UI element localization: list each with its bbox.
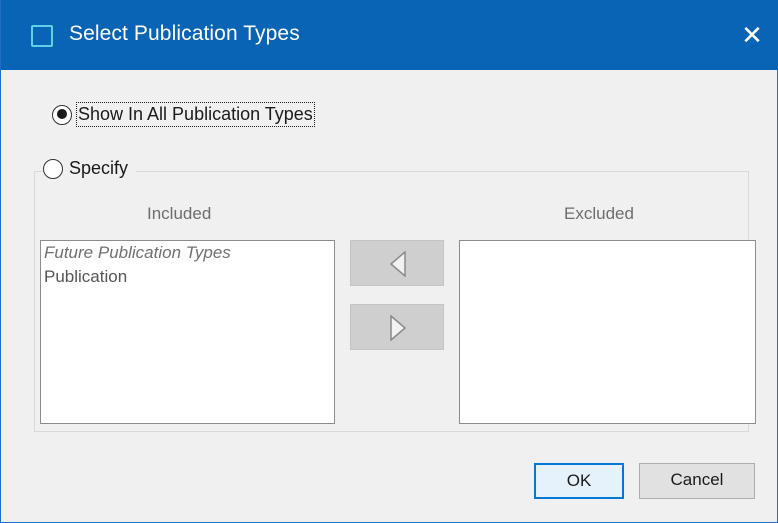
window-icon [31, 25, 53, 47]
triangle-right-icon [390, 315, 407, 341]
dialog-title: Select Publication Types [69, 22, 300, 45]
title-bar: Select Publication Types ✕ [1, 0, 778, 70]
ok-button[interactable]: OK [534, 463, 624, 499]
show-all-label[interactable]: Show In All Publication Types [76, 102, 315, 127]
cancel-button[interactable]: Cancel [639, 463, 755, 499]
show-all-radio[interactable] [52, 104, 72, 125]
excluded-list[interactable] [459, 240, 756, 424]
included-list[interactable]: Future Publication Types Publication [40, 240, 335, 424]
included-header: Included [147, 204, 212, 223]
specify-radio[interactable] [43, 158, 63, 179]
excluded-header: Excluded [564, 204, 634, 223]
show-all-option[interactable]: Show In All Publication Types [52, 102, 315, 127]
triangle-left-icon [389, 251, 406, 277]
list-item[interactable]: Future Publication Types [41, 241, 334, 265]
select-publication-types-dialog: Select Publication Types ✕ Show In All P… [0, 0, 778, 523]
close-button[interactable]: ✕ [725, 0, 778, 70]
move-to-included-button[interactable] [350, 240, 444, 286]
list-item[interactable]: Publication [41, 265, 334, 289]
move-to-excluded-button[interactable] [350, 304, 444, 350]
specify-option[interactable]: Specify [43, 158, 137, 179]
specify-label[interactable]: Specify [69, 158, 128, 179]
